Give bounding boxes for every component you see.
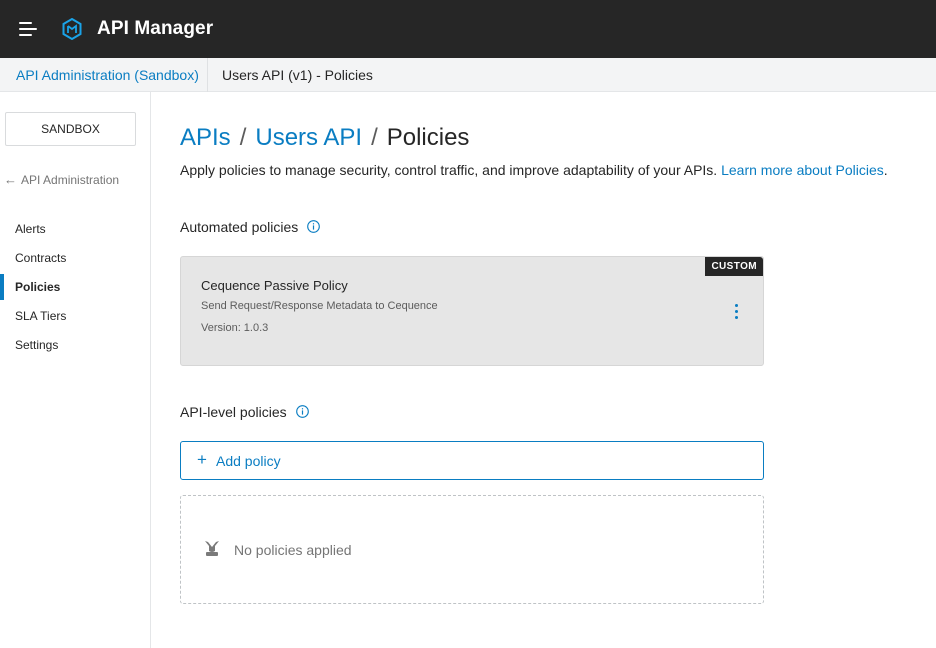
page-title: APIs / Users API / Policies bbox=[180, 124, 469, 152]
no-policies-icon bbox=[205, 541, 219, 556]
api-level-policies-title: API-level policies bbox=[180, 404, 287, 420]
empty-policies-box: No policies applied bbox=[180, 495, 764, 604]
learn-more-policies-link[interactable]: Learn more about Policies bbox=[721, 162, 884, 178]
environment-button[interactable]: SANDBOX bbox=[5, 112, 136, 146]
breadcrumb: API Administration (Sandbox) Users API (… bbox=[0, 58, 936, 92]
custom-badge: CUSTOM bbox=[705, 257, 763, 276]
title-separator: / bbox=[239, 124, 247, 151]
title-separator: / bbox=[371, 124, 378, 151]
top-bar: API Manager bbox=[0, 0, 936, 58]
title-api-name-link[interactable]: Users API bbox=[255, 124, 362, 151]
add-policy-label: Add policy bbox=[216, 453, 281, 469]
sidebar-item-settings[interactable]: Settings bbox=[0, 332, 150, 358]
back-link-label: API Administration bbox=[21, 173, 120, 187]
automated-policies-heading: Automated policies bbox=[180, 219, 321, 235]
more-options-icon[interactable] bbox=[731, 303, 743, 321]
automated-policies-title: Automated policies bbox=[180, 219, 299, 235]
plus-icon: + bbox=[197, 450, 207, 469]
arrow-left-icon: ← bbox=[4, 172, 17, 187]
empty-policies-text: No policies applied bbox=[234, 542, 352, 558]
intro-description: Apply policies to manage security, contr… bbox=[180, 162, 718, 178]
api-manager-logo-icon bbox=[62, 18, 82, 40]
breadcrumb-parent-link[interactable]: API Administration (Sandbox) bbox=[16, 67, 199, 83]
policy-name: Cequence Passive Policy bbox=[201, 278, 348, 293]
title-apis-link[interactable]: APIs bbox=[180, 124, 231, 151]
app-title: API Manager bbox=[97, 18, 214, 39]
intro-text: Apply policies to manage security, contr… bbox=[180, 162, 888, 178]
hamburger-menu-icon[interactable] bbox=[19, 20, 39, 38]
sidebar-item-contracts[interactable]: Contracts bbox=[0, 245, 150, 271]
sidebar: SANDBOX ← API Administration Alerts Contr… bbox=[0, 92, 151, 648]
info-icon[interactable] bbox=[307, 220, 321, 233]
breadcrumb-divider bbox=[207, 58, 208, 92]
breadcrumb-current: Users API (v1) - Policies bbox=[222, 67, 373, 83]
policy-description: Send Request/Response Metadata to Cequen… bbox=[201, 300, 438, 312]
info-icon[interactable] bbox=[295, 405, 309, 418]
back-to-api-administration-link[interactable]: ← API Administration bbox=[4, 172, 119, 187]
sidebar-item-alerts[interactable]: Alerts bbox=[0, 216, 150, 242]
api-level-policies-heading: API-level policies bbox=[180, 404, 309, 420]
add-policy-button[interactable]: + Add policy bbox=[180, 441, 764, 480]
sidebar-item-policies[interactable]: Policies bbox=[0, 274, 150, 300]
policy-version: Version: 1.0.3 bbox=[201, 322, 269, 334]
title-page: Policies bbox=[386, 124, 470, 151]
main-content: APIs / Users API / Policies Apply policies t… bbox=[151, 92, 936, 648]
policy-card[interactable]: CUSTOM Cequence Passive Policy Send Requ… bbox=[180, 256, 764, 366]
intro-period: . bbox=[883, 162, 888, 178]
sidebar-item-sla-tiers[interactable]: SLA Tiers bbox=[0, 303, 150, 329]
